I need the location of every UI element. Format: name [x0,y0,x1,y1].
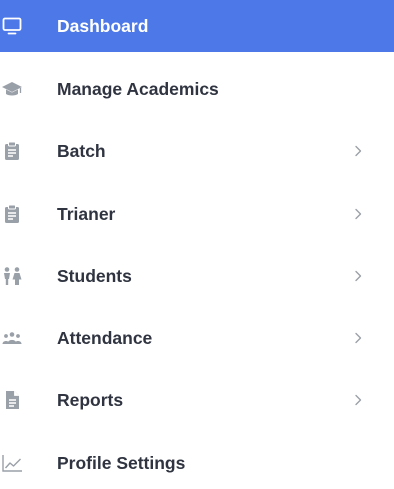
sidebar-item-batch[interactable]: Batch [0,125,394,177]
chart-line-icon [0,451,24,475]
chevron-right-icon[interactable] [352,208,364,220]
sidebar-item-label: Profile Settings [57,453,186,473]
monitor-icon [0,14,24,38]
sidebar-item-dashboard[interactable]: Dashboard [0,0,394,52]
people-icon [0,264,24,288]
clipboard-icon [0,202,24,226]
sidebar-item-label: Attendance [57,328,153,348]
sidebar-item-students[interactable]: Students [0,250,394,302]
chevron-right-icon[interactable] [352,394,364,406]
sidebar-item-trianer[interactable]: Trianer [0,188,394,240]
sidebar-item-reports[interactable]: Reports [0,374,394,426]
graduation-cap-icon [0,77,24,101]
sidebar-item-label: Reports [57,390,124,410]
users-group-icon [0,326,24,350]
sidebar-item-label: Students [57,266,132,286]
clipboard-icon [0,139,24,163]
sidebar-item-label: Dashboard [57,16,149,36]
sidebar-item-profile-settings[interactable]: Profile Settings [0,437,394,489]
chevron-right-icon[interactable] [352,332,364,344]
document-icon [0,388,24,412]
sidebar-item-manage-academics[interactable]: Manage Academics [0,63,394,115]
sidebar-item-label: Batch [57,141,106,161]
sidebar-item-label: Manage Academics [57,79,219,99]
sidebar: Dashboard Manage Academics Batch Trianer… [0,0,394,477]
sidebar-item-label: Trianer [57,204,116,224]
chevron-right-icon[interactable] [352,270,364,282]
sidebar-item-attendance[interactable]: Attendance [0,312,394,364]
chevron-right-icon[interactable] [352,145,364,157]
